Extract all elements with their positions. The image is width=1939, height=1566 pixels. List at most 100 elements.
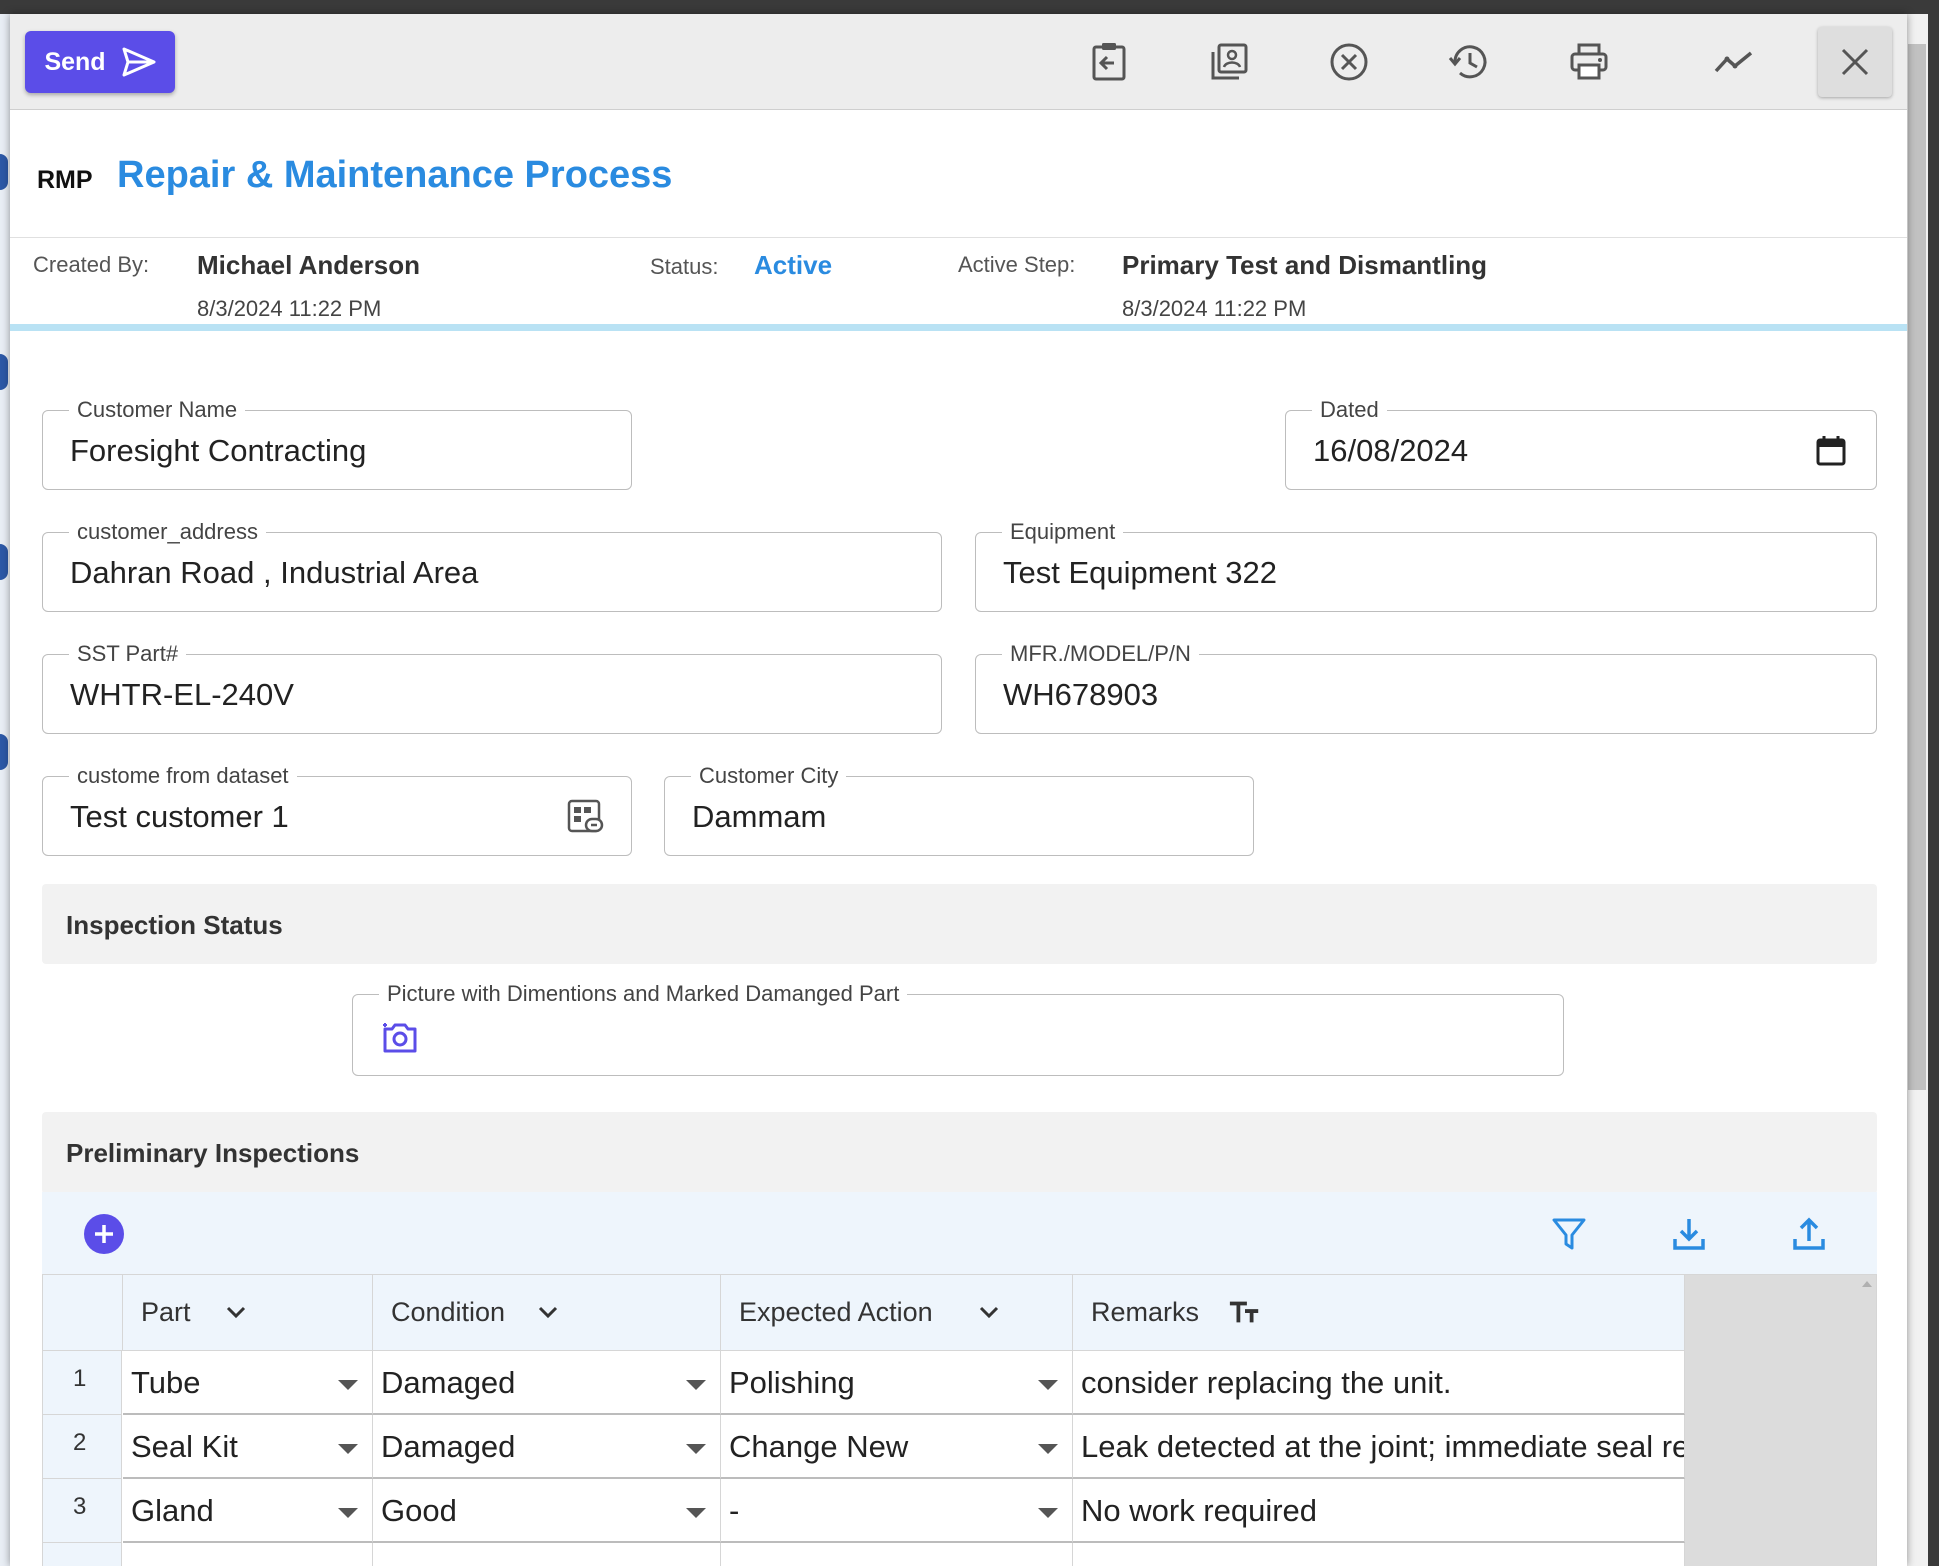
remarks-cell[interactable]: No work required bbox=[1073, 1479, 1685, 1543]
preliminary-inspections-title: Preliminary Inspections bbox=[66, 1138, 360, 1168]
dropdown-caret-icon[interactable] bbox=[1038, 1444, 1058, 1454]
customer-dataset-field[interactable]: custome from dataset Test customer 1 bbox=[42, 763, 632, 856]
camera-icon[interactable] bbox=[381, 1019, 419, 1057]
customer-name-label: Customer Name bbox=[69, 397, 246, 423]
row-number-header bbox=[43, 1275, 123, 1351]
condition-cell[interactable]: Damaged bbox=[373, 1415, 721, 1479]
equipment-value: Test Equipment 322 bbox=[1003, 555, 1278, 590]
dialog-toolbar: Send bbox=[10, 14, 1907, 110]
process-header: RMP Repair & Maintenance Process bbox=[10, 110, 1907, 238]
row-number: 1 bbox=[43, 1351, 122, 1415]
equipment-field[interactable]: Equipment Test Equipment 322 bbox=[975, 519, 1877, 612]
preliminary-inspections-grid: Part Condition Expected Action Remarks 1… bbox=[42, 1274, 1877, 1566]
send-icon bbox=[122, 47, 156, 77]
picture-upload-field[interactable]: Picture with Dimentions and Marked Daman… bbox=[352, 981, 1564, 1076]
part-cell[interactable] bbox=[123, 1543, 373, 1566]
created-by-label: Created By: bbox=[33, 252, 150, 277]
condition-cell[interactable]: Good bbox=[373, 1479, 721, 1543]
row-number bbox=[43, 1543, 122, 1566]
dropdown-caret-icon[interactable] bbox=[338, 1444, 358, 1454]
gallery-icon[interactable] bbox=[1205, 38, 1253, 86]
chevron-down-icon[interactable] bbox=[974, 1297, 1004, 1327]
customer-address-label: customer_address bbox=[69, 519, 266, 545]
grid-empty-area bbox=[1683, 1275, 1876, 1566]
column-header-part[interactable]: Part bbox=[123, 1275, 373, 1351]
customer-name-value: Foresight Contracting bbox=[70, 433, 367, 468]
dated-field[interactable]: Dated 16/08/2024 bbox=[1285, 397, 1877, 490]
sst-part-value: WHTR-EL-240V bbox=[70, 677, 294, 712]
customer-city-field[interactable]: Customer City Dammam bbox=[664, 763, 1254, 856]
preliminary-inspections-section[interactable]: Preliminary Inspections bbox=[42, 1112, 1877, 1194]
cancel-circle-icon[interactable] bbox=[1325, 38, 1373, 86]
action-cell[interactable]: - bbox=[721, 1479, 1073, 1543]
inspection-status-title: Inspection Status bbox=[66, 910, 283, 940]
close-button[interactable] bbox=[1818, 27, 1892, 97]
send-button-label: Send bbox=[44, 47, 106, 76]
created-date: 8/3/2024 11:22 PM bbox=[197, 296, 382, 321]
condition-cell[interactable] bbox=[373, 1543, 721, 1566]
sst-part-field[interactable]: SST Part# WHTR-EL-240V bbox=[42, 641, 942, 734]
window-top-strip bbox=[0, 0, 1939, 14]
customer-dataset-label: custome from dataset bbox=[69, 763, 297, 789]
column-header-condition[interactable]: Condition bbox=[373, 1275, 721, 1351]
dated-label: Dated bbox=[1312, 397, 1387, 423]
active-step-date: 8/3/2024 11:22 PM bbox=[1122, 296, 1307, 321]
remarks-cell[interactable]: Leak detected at the joint; immediate se… bbox=[1073, 1415, 1685, 1479]
dated-value: 16/08/2024 bbox=[1313, 433, 1469, 468]
dropdown-caret-icon[interactable] bbox=[686, 1380, 706, 1390]
remarks-cell[interactable] bbox=[1073, 1543, 1685, 1566]
action-cell[interactable]: Change New bbox=[721, 1415, 1073, 1479]
column-header-expected-action[interactable]: Expected Action bbox=[721, 1275, 1073, 1351]
filter-icon[interactable] bbox=[1547, 1212, 1591, 1256]
column-header-part-label: Part bbox=[141, 1297, 191, 1327]
calendar-icon[interactable] bbox=[1810, 430, 1852, 472]
return-icon[interactable] bbox=[1085, 38, 1133, 86]
customer-city-label: Customer City bbox=[691, 763, 847, 789]
part-cell[interactable]: Tube bbox=[123, 1351, 373, 1415]
mfr-model-field[interactable]: MFR./MODEL/P/N WH678903 bbox=[975, 641, 1877, 734]
dropdown-caret-icon[interactable] bbox=[338, 1508, 358, 1518]
chevron-down-icon[interactable] bbox=[533, 1297, 563, 1327]
add-row-button[interactable] bbox=[84, 1214, 124, 1254]
send-button[interactable]: Send bbox=[25, 31, 175, 93]
sst-part-label: SST Part# bbox=[69, 641, 187, 667]
dropdown-caret-icon[interactable] bbox=[1038, 1380, 1058, 1390]
chevron-down-icon[interactable] bbox=[221, 1297, 251, 1327]
page-scrollbar-thumb[interactable] bbox=[1908, 44, 1926, 1090]
upload-icon[interactable] bbox=[1787, 1212, 1831, 1256]
row-number: 2 bbox=[43, 1415, 122, 1479]
customer-name-field[interactable]: Customer Name Foresight Contracting bbox=[42, 397, 632, 490]
mfr-model-value: WH678903 bbox=[1003, 677, 1159, 712]
condition-cell[interactable]: Damaged bbox=[373, 1351, 721, 1415]
rmp-dialog: Send RMP Repair & Maintenance Process Cr… bbox=[10, 14, 1907, 1566]
dropdown-caret-icon[interactable] bbox=[338, 1380, 358, 1390]
status-value: Active bbox=[754, 250, 833, 280]
grid-toolbar bbox=[42, 1192, 1877, 1274]
customer-address-value: Dahran Road , Industrial Area bbox=[70, 555, 479, 590]
part-cell[interactable]: Seal Kit bbox=[123, 1415, 373, 1479]
customer-address-field[interactable]: customer_address Dahran Road , Industria… bbox=[42, 519, 942, 612]
trend-icon[interactable] bbox=[1710, 38, 1758, 86]
inspection-status-section[interactable]: Inspection Status bbox=[42, 884, 1877, 964]
print-icon[interactable] bbox=[1565, 38, 1613, 86]
download-icon[interactable] bbox=[1667, 1212, 1711, 1256]
mfr-model-label: MFR./MODEL/P/N bbox=[1002, 641, 1199, 667]
part-cell[interactable]: Gland bbox=[123, 1479, 373, 1543]
column-header-remarks[interactable]: Remarks bbox=[1073, 1275, 1685, 1351]
status-progress-bar bbox=[10, 324, 1907, 331]
dataset-link-icon[interactable] bbox=[565, 796, 607, 838]
remarks-cell[interactable]: consider replacing the unit. bbox=[1073, 1351, 1685, 1415]
column-header-expected-action-label: Expected Action bbox=[739, 1297, 933, 1327]
action-cell[interactable]: Polishing bbox=[721, 1351, 1073, 1415]
page-title: Repair & Maintenance Process bbox=[117, 154, 673, 196]
background-left-edge bbox=[0, 14, 10, 1566]
dropdown-caret-icon[interactable] bbox=[1038, 1508, 1058, 1518]
text-format-icon bbox=[1227, 1297, 1263, 1327]
equipment-label: Equipment bbox=[1002, 519, 1124, 545]
dropdown-caret-icon[interactable] bbox=[686, 1508, 706, 1518]
close-icon bbox=[1841, 48, 1869, 76]
dropdown-caret-icon[interactable] bbox=[686, 1444, 706, 1454]
customer-city-value: Dammam bbox=[692, 799, 827, 834]
history-icon[interactable] bbox=[1445, 38, 1493, 86]
action-cell[interactable] bbox=[721, 1543, 1073, 1566]
